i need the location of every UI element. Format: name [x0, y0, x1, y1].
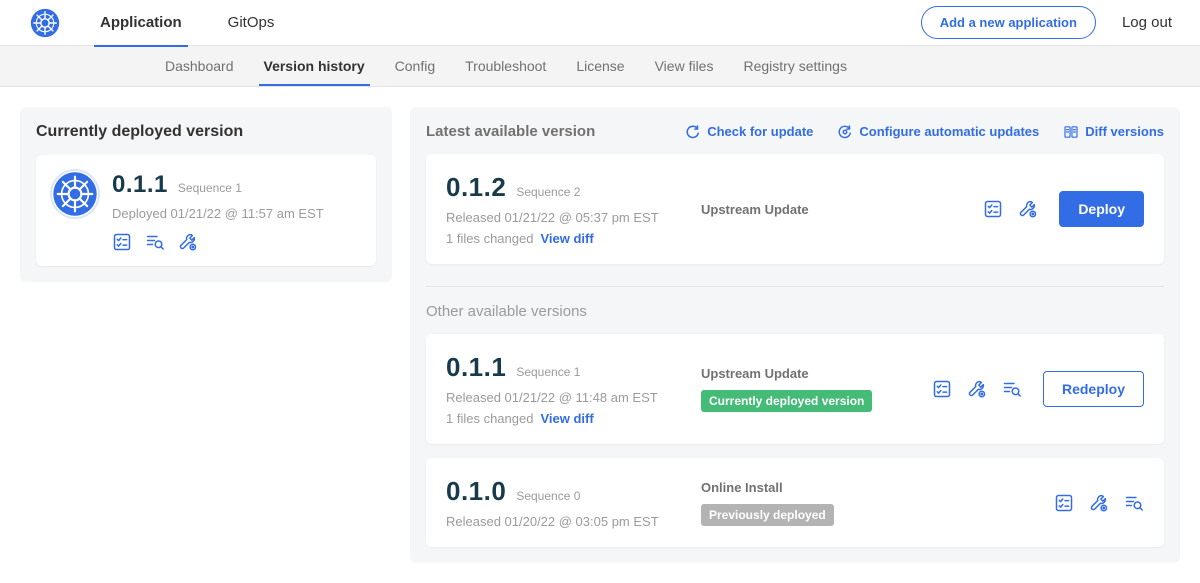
view-diff-link[interactable]: View diff — [540, 231, 593, 246]
source-label: Upstream Update — [701, 366, 922, 381]
diff-columns-icon — [1063, 124, 1079, 140]
sequence-label: Sequence 0 — [516, 489, 580, 503]
deployed-version-info: 0.1.1 Sequence 1 Deployed 01/21/22 @ 11:… — [112, 171, 324, 252]
release-notes-icon[interactable] — [1054, 493, 1074, 513]
auto-update-icon — [837, 124, 853, 140]
check-for-update-link[interactable]: Check for update — [685, 124, 813, 140]
version-source: Upstream Update — [701, 202, 983, 217]
files-changed-label: 1 files changed — [446, 411, 533, 426]
edit-config-icon[interactable] — [178, 232, 198, 252]
version-row: 0.1.2 Sequence 2 Released 01/21/22 @ 05:… — [426, 154, 1164, 264]
tab-application[interactable]: Application — [94, 0, 188, 46]
release-notes-icon[interactable] — [983, 199, 1003, 219]
previously-deployed-badge: Previously deployed — [701, 504, 834, 526]
subnav-item-dashboard[interactable]: Dashboard — [150, 46, 249, 86]
version-row: 0.1.0 Sequence 0 Released 01/20/22 @ 03:… — [426, 458, 1164, 547]
version-number: 0.1.0 — [446, 476, 506, 507]
check-for-update-label: Check for update — [707, 124, 813, 139]
top-navbar: Application GitOps Add a new application… — [0, 0, 1200, 46]
latest-available-title: Latest available version — [426, 123, 685, 140]
available-versions-panel: Latest available version Check for updat… — [410, 107, 1180, 563]
sequence-label: Sequence 1 — [516, 365, 580, 379]
redeploy-button[interactable]: Redeploy — [1043, 371, 1144, 407]
deploy-button[interactable]: Deploy — [1059, 191, 1144, 227]
version-info: 0.1.2 Sequence 2 Released 01/21/22 @ 05:… — [446, 172, 701, 246]
subnav-item-license[interactable]: License — [561, 46, 639, 86]
logout-link[interactable]: Log out — [1122, 14, 1172, 31]
released-timestamp: Released 01/21/22 @ 05:37 pm EST — [446, 210, 701, 225]
currently-deployed-title: Currently deployed version — [36, 123, 376, 141]
currently-deployed-panel: Currently deployed version 0.1.1 Sequenc… — [20, 107, 392, 282]
version-row: 0.1.1 Sequence 1 Released 01/21/22 @ 11:… — [426, 334, 1164, 444]
release-notes-icon[interactable] — [932, 379, 952, 399]
version-number: 0.1.1 — [446, 352, 506, 383]
edit-config-icon[interactable] — [1089, 493, 1109, 513]
view-diff-icon[interactable] — [145, 232, 165, 252]
diff-versions-label: Diff versions — [1085, 124, 1164, 139]
view-diff-icon[interactable] — [1002, 379, 1022, 399]
released-timestamp: Released 01/21/22 @ 11:48 am EST — [446, 390, 701, 405]
view-diff-icon[interactable] — [1124, 493, 1144, 513]
edit-config-icon[interactable] — [1018, 199, 1038, 219]
configure-automatic-updates-link[interactable]: Configure automatic updates — [837, 124, 1039, 140]
kubernetes-logo-icon — [30, 8, 60, 38]
view-diff-link[interactable]: View diff — [540, 411, 593, 426]
app-subnav: Dashboard Version history Config Trouble… — [0, 46, 1200, 87]
diff-versions-link[interactable]: Diff versions — [1063, 124, 1164, 140]
released-timestamp: Released 01/20/22 @ 03:05 pm EST — [446, 514, 701, 529]
sequence-label: Sequence 2 — [516, 185, 580, 199]
subnav-item-troubleshoot[interactable]: Troubleshoot — [450, 46, 561, 86]
subnav-item-registry-settings[interactable]: Registry settings — [728, 46, 861, 86]
deployed-sequence-label: Sequence 1 — [178, 181, 242, 195]
version-number: 0.1.2 — [446, 172, 506, 203]
configure-automatic-updates-label: Configure automatic updates — [859, 124, 1039, 139]
other-versions-section: Other available versions 0.1.1 Sequence … — [426, 286, 1164, 547]
tab-gitops[interactable]: GitOps — [222, 0, 281, 46]
subnav-item-config[interactable]: Config — [380, 46, 450, 86]
main-content: Currently deployed version 0.1.1 Sequenc… — [0, 87, 1200, 583]
source-label: Upstream Update — [701, 202, 973, 217]
add-application-button[interactable]: Add a new application — [921, 6, 1096, 39]
app-logo-icon — [52, 171, 98, 217]
version-info: 0.1.1 Sequence 1 Released 01/21/22 @ 11:… — [446, 352, 701, 426]
subnav-item-version-history[interactable]: Version history — [249, 46, 380, 86]
other-versions-title: Other available versions — [426, 303, 1164, 320]
release-notes-icon[interactable] — [112, 232, 132, 252]
currently-deployed-badge: Currently deployed version — [701, 390, 872, 412]
refresh-icon — [685, 124, 701, 140]
deployed-version-card: 0.1.1 Sequence 1 Deployed 01/21/22 @ 11:… — [36, 155, 376, 266]
files-changed-label: 1 files changed — [446, 231, 533, 246]
version-source: Online Install Previously deployed — [701, 480, 1054, 526]
version-info: 0.1.0 Sequence 0 Released 01/20/22 @ 03:… — [446, 476, 701, 529]
source-label: Online Install — [701, 480, 1044, 495]
subnav-item-view-files[interactable]: View files — [640, 46, 729, 86]
version-source: Upstream Update Currently deployed versi… — [701, 366, 932, 412]
deployed-version-number: 0.1.1 — [112, 171, 168, 199]
edit-config-icon[interactable] — [967, 379, 987, 399]
deployed-timestamp: Deployed 01/21/22 @ 11:57 am EST — [112, 206, 324, 221]
